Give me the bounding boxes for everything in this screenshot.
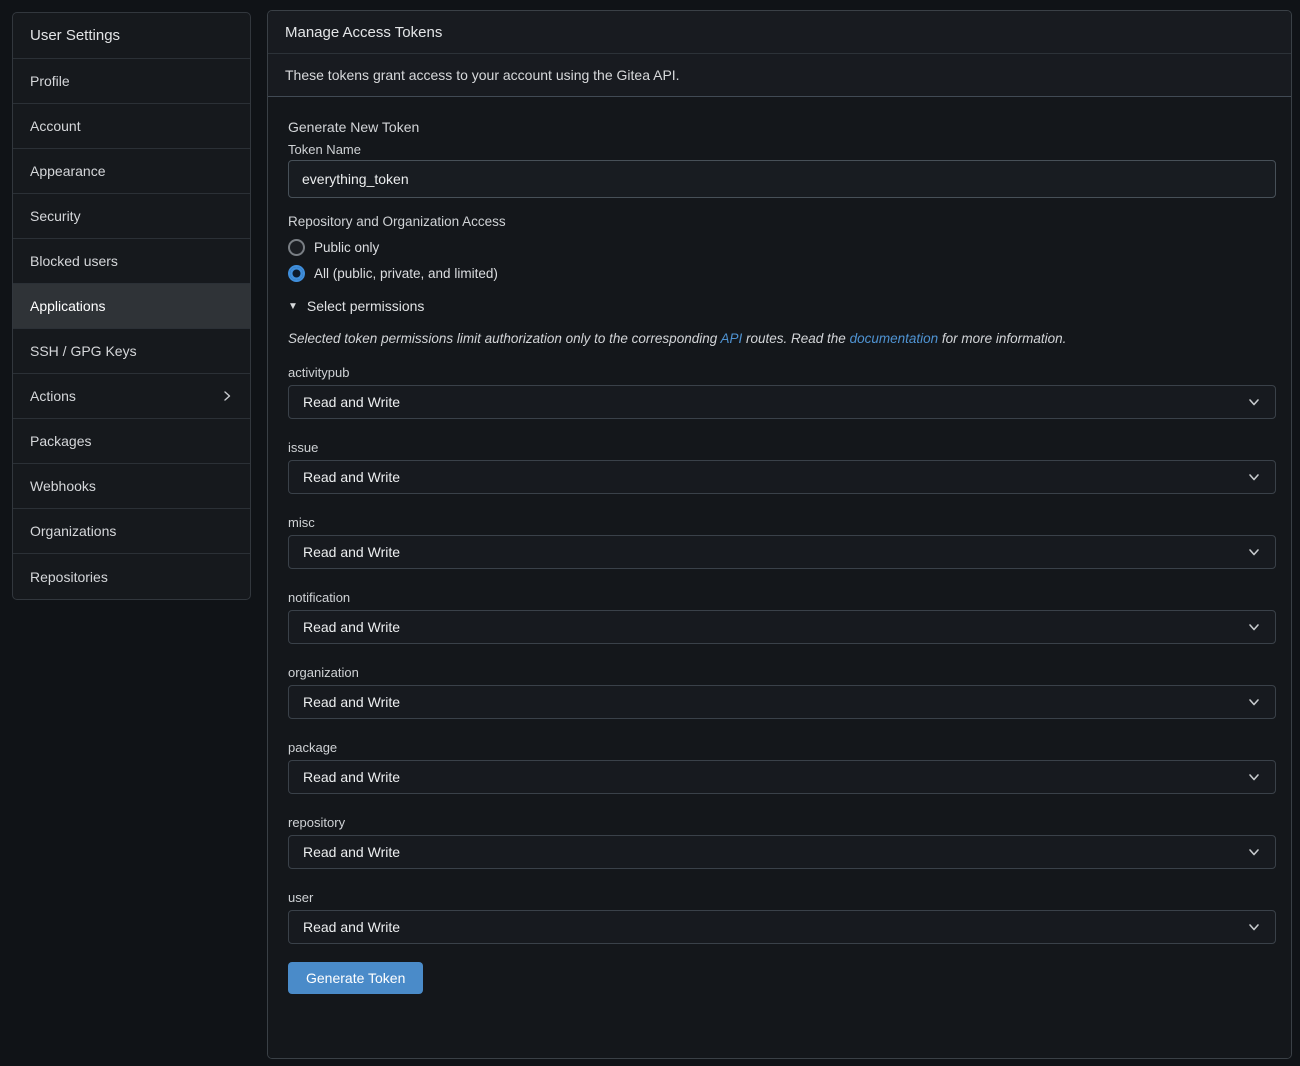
sidebar-item-label: Account — [30, 118, 81, 134]
sidebar-item-actions[interactable]: Actions — [13, 374, 250, 419]
chevron-right-icon — [221, 390, 233, 402]
sidebar-item-label: Applications — [30, 298, 106, 314]
sidebar-item-label: Repositories — [30, 569, 108, 585]
permission-label: user — [288, 890, 1276, 905]
sidebar-item-security[interactable]: Security — [13, 194, 250, 239]
sidebar-item-appearance[interactable]: Appearance — [13, 149, 250, 194]
sidebar-item-account[interactable]: Account — [13, 104, 250, 149]
sidebar-item-applications[interactable]: Applications — [13, 284, 250, 329]
sidebar-item-blocked-users[interactable]: Blocked users — [13, 239, 250, 284]
radio-all-label: All (public, private, and limited) — [314, 266, 498, 281]
permission-group-repository: repository Read and Write — [288, 815, 1276, 869]
sidebar-item-label: Webhooks — [30, 478, 96, 494]
permission-group-user: user Read and Write — [288, 890, 1276, 944]
note-text: for more information. — [938, 331, 1066, 346]
token-name-label: Token Name — [288, 142, 1276, 157]
permission-select-organization[interactable]: Read and Write — [288, 685, 1276, 719]
sidebar-item-label: Packages — [30, 433, 91, 449]
selected-value: Read and Write — [303, 919, 400, 935]
permission-label: repository — [288, 815, 1276, 830]
permission-select-package[interactable]: Read and Write — [288, 760, 1276, 794]
permission-select-user[interactable]: Read and Write — [288, 910, 1276, 944]
sidebar-item-label: Actions — [30, 388, 76, 404]
sidebar-item-label: Blocked users — [30, 253, 118, 269]
permission-label: notification — [288, 590, 1276, 605]
permission-select-notification[interactable]: Read and Write — [288, 610, 1276, 644]
settings-sidebar: User Settings Profile Account Appearance… — [12, 12, 251, 600]
page-title: Manage Access Tokens — [268, 11, 1291, 54]
sidebar-item-packages[interactable]: Packages — [13, 419, 250, 464]
sidebar-item-label: SSH / GPG Keys — [30, 343, 137, 359]
chevron-down-icon — [1247, 620, 1261, 634]
permission-select-misc[interactable]: Read and Write — [288, 535, 1276, 569]
permission-group-activitypub: activitypub Read and Write — [288, 365, 1276, 419]
selected-value: Read and Write — [303, 694, 400, 710]
chevron-down-icon — [1247, 770, 1261, 784]
radio-all[interactable]: All (public, private, and limited) — [288, 260, 498, 286]
permission-label: misc — [288, 515, 1276, 530]
sidebar-title: User Settings — [13, 13, 250, 59]
sidebar-item-profile[interactable]: Profile — [13, 59, 250, 104]
caret-down-icon: ▼ — [288, 301, 298, 312]
radio-unchecked-icon — [288, 239, 305, 256]
permission-label: issue — [288, 440, 1276, 455]
permission-label: activitypub — [288, 365, 1276, 380]
radio-checked-icon — [288, 265, 305, 282]
generate-token-form: Generate New Token Token Name Repository… — [268, 97, 1291, 1058]
sidebar-item-ssh-gpg-keys[interactable]: SSH / GPG Keys — [13, 329, 250, 374]
chevron-down-icon — [1247, 470, 1261, 484]
sidebar-item-webhooks[interactable]: Webhooks — [13, 464, 250, 509]
chevron-down-icon — [1247, 545, 1261, 559]
selected-value: Read and Write — [303, 769, 400, 785]
radio-public-only-label: Public only — [314, 240, 379, 255]
chevron-down-icon — [1247, 395, 1261, 409]
selected-value: Read and Write — [303, 469, 400, 485]
selected-value: Read and Write — [303, 394, 400, 410]
chevron-down-icon — [1247, 695, 1261, 709]
permission-group-misc: misc Read and Write — [288, 515, 1276, 569]
permission-group-notification: notification Read and Write — [288, 590, 1276, 644]
api-link[interactable]: API — [720, 331, 742, 346]
sidebar-item-label: Organizations — [30, 523, 116, 539]
permission-select-issue[interactable]: Read and Write — [288, 460, 1276, 494]
manage-access-tokens-panel: Manage Access Tokens These tokens grant … — [267, 10, 1292, 1059]
radio-public-only[interactable]: Public only — [288, 234, 379, 260]
chevron-down-icon — [1247, 845, 1261, 859]
selected-value: Read and Write — [303, 619, 400, 635]
permission-group-organization: organization Read and Write — [288, 665, 1276, 719]
permission-group-issue: issue Read and Write — [288, 440, 1276, 494]
permission-select-repository[interactable]: Read and Write — [288, 835, 1276, 869]
sidebar-item-label: Profile — [30, 73, 70, 89]
sidebar-item-repositories[interactable]: Repositories — [13, 554, 250, 599]
page-layout: User Settings Profile Account Appearance… — [0, 0, 1300, 1059]
sidebar-item-label: Security — [30, 208, 81, 224]
permission-label: package — [288, 740, 1276, 755]
documentation-link[interactable]: documentation — [850, 331, 939, 346]
generate-new-token-heading: Generate New Token — [288, 119, 1276, 135]
permission-group-package: package Read and Write — [288, 740, 1276, 794]
permission-label: organization — [288, 665, 1276, 680]
sidebar-item-label: Appearance — [30, 163, 106, 179]
token-description: These tokens grant access to your accoun… — [268, 54, 1291, 97]
selected-value: Read and Write — [303, 544, 400, 560]
note-text: routes. Read the — [742, 331, 849, 346]
access-section-label: Repository and Organization Access — [288, 214, 1276, 229]
token-name-input[interactable] — [288, 160, 1276, 198]
sidebar-item-organizations[interactable]: Organizations — [13, 509, 250, 554]
select-permissions-toggle[interactable]: ▼ Select permissions — [288, 295, 424, 317]
chevron-down-icon — [1247, 920, 1261, 934]
select-permissions-label: Select permissions — [307, 298, 425, 314]
generate-token-button[interactable]: Generate Token — [288, 962, 423, 994]
permissions-note: Selected token permissions limit authori… — [288, 329, 1276, 349]
permission-select-activitypub[interactable]: Read and Write — [288, 385, 1276, 419]
selected-value: Read and Write — [303, 844, 400, 860]
note-text: Selected token permissions limit authori… — [288, 331, 720, 346]
